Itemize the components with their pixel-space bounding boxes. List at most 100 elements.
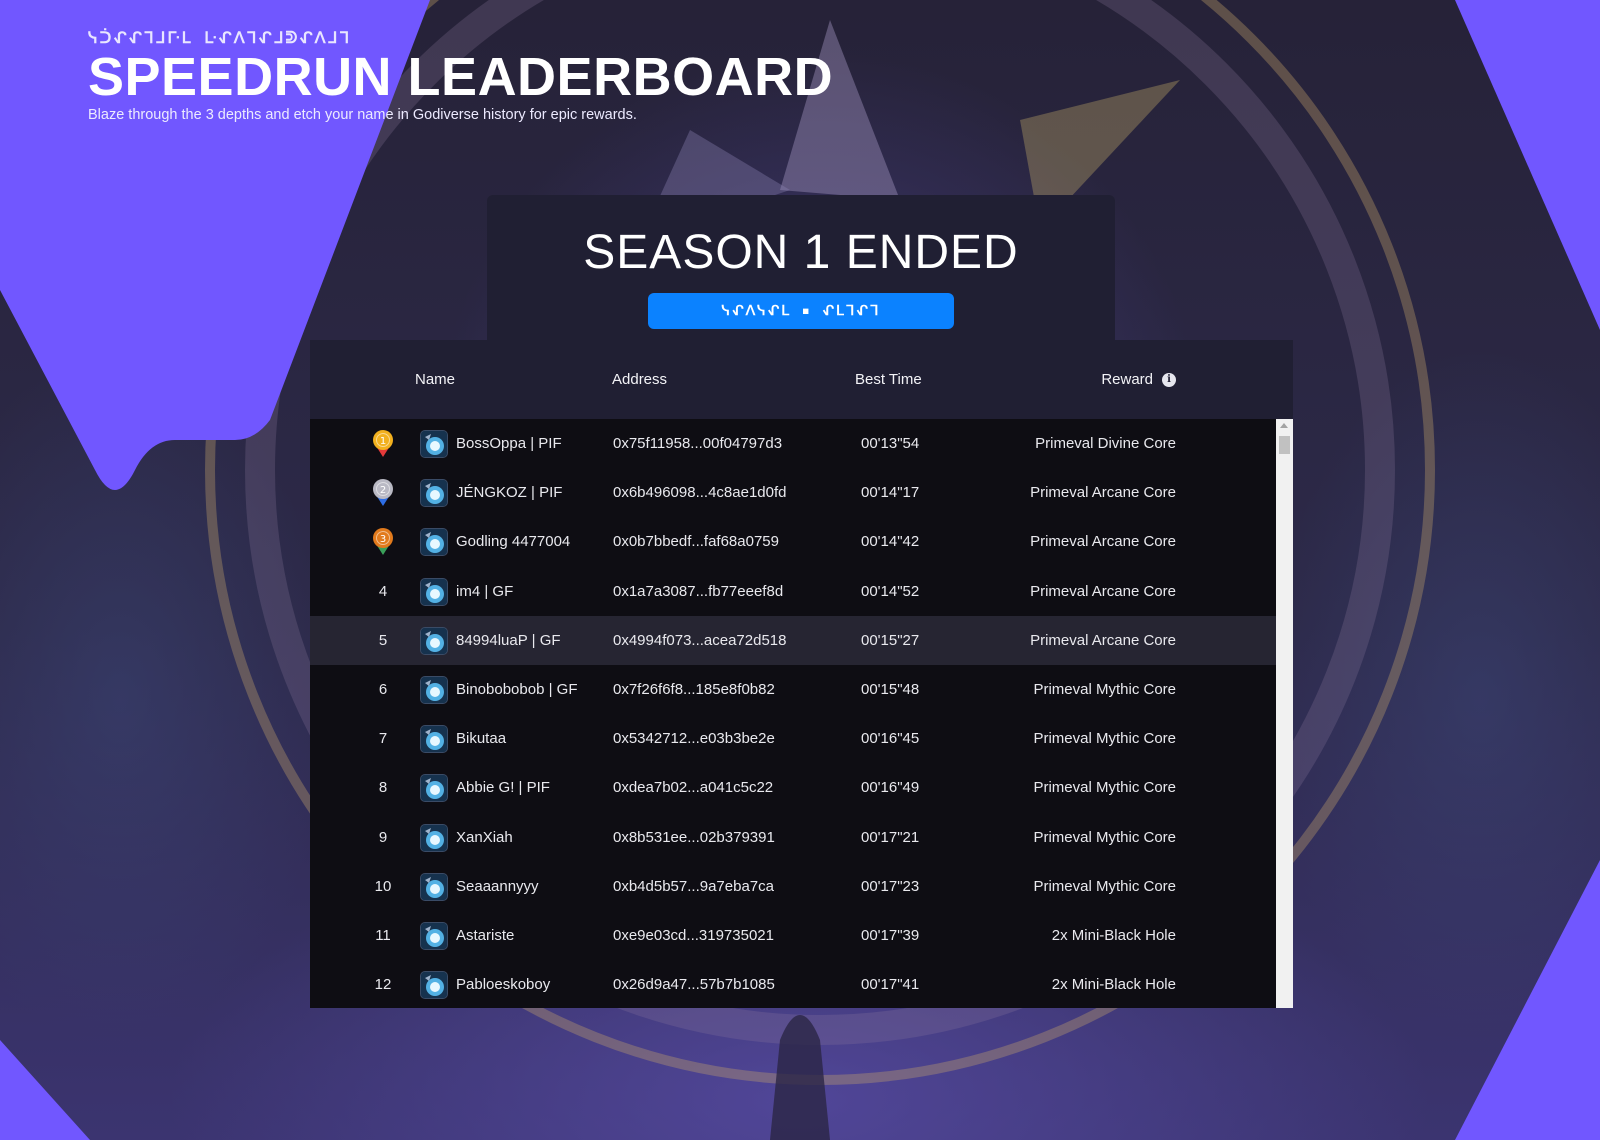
player-avatar-icon bbox=[420, 528, 448, 557]
column-header-reward-label: Reward bbox=[1101, 371, 1153, 388]
table-row[interactable]: 7 Bikutaa 0x5342712...e03b3be2e 00'16"45 Pri… bbox=[310, 714, 1276, 763]
glyph-title: ᓭᑑᖋᖋᒣᒧᒯᒪ ᒷᖋᐱᒣᖋᒧᕲᖋᐱᒧᒣ bbox=[88, 28, 352, 47]
scroll-thumb[interactable] bbox=[1279, 436, 1290, 454]
reward-name: 2x Mini-Black Hole bbox=[1051, 976, 1176, 994]
player-avatar-icon bbox=[420, 675, 448, 704]
column-header-address: Address bbox=[612, 371, 668, 388]
best-time: 00'14"17 bbox=[861, 484, 920, 502]
reward-name: Primeval Mythic Core bbox=[1033, 779, 1176, 797]
rank-number: 7 bbox=[378, 730, 388, 748]
player-avatar-icon bbox=[420, 626, 448, 655]
rank-number: 10 bbox=[374, 877, 392, 895]
leaderboard-table: Name Address Best Time Reward i 1 BossOpp… bbox=[310, 340, 1293, 1008]
wallet-address: 0x6b496098...4c8ae1d0fd bbox=[613, 484, 787, 502]
table-row[interactable]: 1 BossOppa | PIF 0x75f11958...00f04797d3 00… bbox=[310, 419, 1276, 468]
rank-number: 4 bbox=[378, 582, 388, 600]
table-row[interactable]: 3 Godling 4477004 0x0b7bbedf...faf68a0759 0… bbox=[310, 517, 1276, 566]
reward-name: Primeval Mythic Core bbox=[1033, 877, 1176, 895]
reward-name: Primeval Mythic Core bbox=[1033, 681, 1176, 699]
player-name: Astariste bbox=[456, 926, 515, 944]
scroll-up-icon[interactable] bbox=[1280, 423, 1288, 428]
player-name: Binobobobob | GF bbox=[456, 681, 578, 699]
wallet-address: 0xe9e03cd...319735021 bbox=[613, 926, 774, 944]
table-row[interactable]: 4 im4 | GF 0x1a7a3087...fb77eeef8d 00'14"52… bbox=[310, 567, 1276, 616]
wallet-address: 0x5342712...e03b3be2e bbox=[613, 730, 775, 748]
page-header: ᓭᑑᖋᖋᒣᒧᒯᒪ ᒷᖋᐱᒣᖋᒧᕲᖋᐱᒧᒣ SPEEDRUN LEADERBOAR… bbox=[88, 28, 833, 123]
wallet-address: 0x26d9a47...57b7b1085 bbox=[613, 976, 775, 994]
best-time: 00'16"45 bbox=[861, 730, 920, 748]
wallet-address: 0x1a7a3087...fb77eeef8d bbox=[613, 582, 784, 600]
reward-name: Primeval Arcane Core bbox=[1030, 533, 1176, 551]
player-name: BossOppa | PIF bbox=[456, 435, 562, 453]
player-name: Pabloeskoboy bbox=[456, 976, 551, 994]
column-header-reward: Reward i bbox=[1101, 371, 1176, 388]
best-time: 00'13"54 bbox=[861, 435, 920, 453]
gold-medal-icon: 1 bbox=[371, 429, 395, 459]
best-time: 00'17"21 bbox=[861, 828, 920, 846]
svg-text:2: 2 bbox=[380, 485, 386, 496]
player-avatar-icon bbox=[420, 577, 448, 606]
svg-text:1: 1 bbox=[380, 436, 386, 447]
info-icon[interactable]: i bbox=[1162, 372, 1176, 387]
wallet-address: 0xb4d5b57...9a7eba7ca bbox=[613, 877, 774, 895]
wallet-address: 0x8b531ee...02b379391 bbox=[613, 828, 775, 846]
wallet-address: 0x4994f073...acea72d518 bbox=[613, 631, 787, 649]
player-avatar-icon bbox=[420, 479, 448, 508]
silver-medal-icon: 2 bbox=[371, 478, 395, 508]
page-title: SPEEDRUN LEADERBOARD bbox=[88, 47, 834, 107]
scrollbar[interactable] bbox=[1276, 419, 1293, 1008]
page-subtitle: Blaze through the 3 depths and etch your… bbox=[88, 107, 637, 123]
wallet-address: 0x7f26f6f8...185e8f0b82 bbox=[613, 681, 775, 699]
rank-number: 12 bbox=[374, 976, 392, 994]
svg-text:3: 3 bbox=[380, 534, 386, 545]
season-title: SEASON 1 ENDED bbox=[583, 226, 1019, 279]
player-name: im4 | GF bbox=[456, 582, 514, 600]
rank-number: 8 bbox=[378, 779, 388, 797]
table-row[interactable]: 9 XanXiah 0x8b531ee...02b379391 00'17"21 Pri… bbox=[310, 813, 1276, 862]
player-avatar-icon bbox=[420, 872, 448, 901]
table-row[interactable]: 10 Seaaannyyy 0xb4d5b57...9a7eba7ca 00'17"2… bbox=[310, 862, 1276, 911]
table-header: Name Address Best Time Reward i bbox=[310, 340, 1293, 419]
table-row[interactable]: 11 Astariste 0xe9e03cd...319735021 00'17"39… bbox=[310, 911, 1276, 960]
reward-name: Primeval Mythic Core bbox=[1033, 828, 1176, 846]
reward-name: Primeval Mythic Core bbox=[1033, 730, 1176, 748]
table-row[interactable]: 6 Binobobobob | GF 0x7f26f6f8...185e8f0b82… bbox=[310, 665, 1276, 714]
best-time: 00'15"27 bbox=[861, 631, 920, 649]
player-name: Bikutaa bbox=[456, 730, 507, 748]
rank-number: 5 bbox=[378, 631, 388, 649]
table-body[interactable]: 1 BossOppa | PIF 0x75f11958...00f04797d3 00… bbox=[310, 419, 1276, 1008]
player-name: 84994luaP | GF bbox=[456, 631, 561, 649]
season-panel: SEASON 1 ENDED ᓭᖋᐱᓭᖋᒪ ▪ ᖋᒪᒣᖋᒣ bbox=[487, 195, 1115, 345]
player-avatar-icon bbox=[420, 823, 448, 852]
reward-name: Primeval Arcane Core bbox=[1030, 631, 1176, 649]
player-avatar-icon bbox=[420, 971, 448, 1000]
reward-name: Primeval Arcane Core bbox=[1030, 484, 1176, 502]
table-row[interactable]: 5 84994luaP | GF 0x4994f073...acea72d518 00… bbox=[310, 615, 1276, 665]
best-time: 00'17"39 bbox=[861, 926, 920, 944]
column-header-name: Name bbox=[415, 371, 456, 388]
table-row[interactable]: 8 Abbie G! | PIF 0xdea7b02...a041c5c22 00'1… bbox=[310, 763, 1276, 812]
player-avatar-icon bbox=[420, 725, 448, 754]
player-name: Godling 4477004 bbox=[456, 533, 571, 551]
rank-number: 11 bbox=[375, 926, 391, 944]
best-time: 00'17"41 bbox=[861, 976, 920, 994]
player-name: JÉNGKOZ | PIF bbox=[456, 484, 563, 502]
bronze-medal-icon: 3 bbox=[371, 527, 395, 557]
rank-number: 6 bbox=[378, 681, 388, 699]
best-time: 00'14"42 bbox=[861, 533, 920, 551]
wallet-address: 0x75f11958...00f04797d3 bbox=[613, 435, 783, 453]
wallet-address: 0x0b7bbedf...faf68a0759 bbox=[613, 533, 779, 551]
best-time: 00'14"52 bbox=[861, 582, 920, 600]
table-row[interactable]: 12 Pabloeskoboy 0x26d9a47...57b7b1085 00'17… bbox=[310, 960, 1276, 1008]
player-avatar-icon bbox=[420, 921, 448, 950]
player-name: Abbie G! | PIF bbox=[456, 779, 550, 797]
season-action-button[interactable]: ᓭᖋᐱᓭᖋᒪ ▪ ᖋᒪᒣᖋᒣ bbox=[648, 293, 954, 329]
reward-name: Primeval Arcane Core bbox=[1030, 582, 1176, 600]
best-time: 00'17"23 bbox=[861, 877, 920, 895]
player-name: XanXiah bbox=[456, 828, 513, 846]
best-time: 00'16"49 bbox=[861, 779, 920, 797]
rank-number: 9 bbox=[378, 828, 388, 846]
wallet-address: 0xdea7b02...a041c5c22 bbox=[613, 779, 774, 797]
table-row[interactable]: 2 JÉNGKOZ | PIF 0x6b496098...4c8ae1d0fd 00'… bbox=[310, 468, 1276, 517]
column-header-best-time: Best Time bbox=[855, 371, 922, 388]
